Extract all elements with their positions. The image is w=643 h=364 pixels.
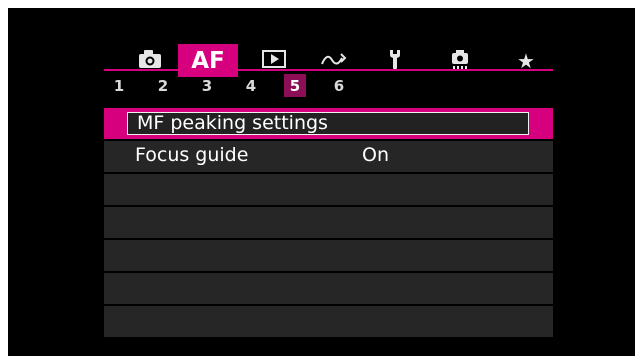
menu-item-mf-peaking[interactable]: MF peaking settings <box>104 108 553 139</box>
tab-shooting[interactable] <box>120 44 180 77</box>
page-4[interactable]: 4 <box>240 74 262 97</box>
menu-list: MF peaking settings Focus guide On <box>104 108 553 339</box>
tab-wireless[interactable] <box>304 44 364 77</box>
page-index-bar: 1 2 3 4 5 6 <box>104 74 553 98</box>
selection-cap <box>529 108 553 139</box>
camera-menu-screen: AF ★ 1 2 3 4 5 6 MF peaking settings Foc… <box>8 8 635 356</box>
menu-item-label: Focus guide <box>135 144 249 166</box>
tab-custom[interactable] <box>430 44 490 77</box>
menu-item-value: On <box>362 144 389 166</box>
menu-item-label: MF peaking settings <box>137 112 328 134</box>
page-3[interactable]: 3 <box>196 74 218 97</box>
page-2[interactable]: 2 <box>152 74 174 97</box>
menu-item-empty <box>104 273 553 304</box>
tab-my-menu[interactable]: ★ <box>496 44 556 77</box>
tab-underline <box>104 69 553 71</box>
menu-item-empty <box>104 207 553 238</box>
menu-item-empty <box>104 174 553 205</box>
tab-playback[interactable] <box>244 44 304 77</box>
page-1[interactable]: 1 <box>108 74 130 97</box>
page-6[interactable]: 6 <box>328 74 350 97</box>
tab-af[interactable]: AF <box>178 44 238 77</box>
tab-setup[interactable] <box>365 44 425 77</box>
menu-item-empty <box>104 306 553 337</box>
menu-item-empty <box>104 240 553 271</box>
menu-tab-bar: AF ★ <box>112 44 561 77</box>
page-5[interactable]: 5 <box>284 74 306 97</box>
menu-item-focus-guide[interactable]: Focus guide On <box>104 141 553 172</box>
